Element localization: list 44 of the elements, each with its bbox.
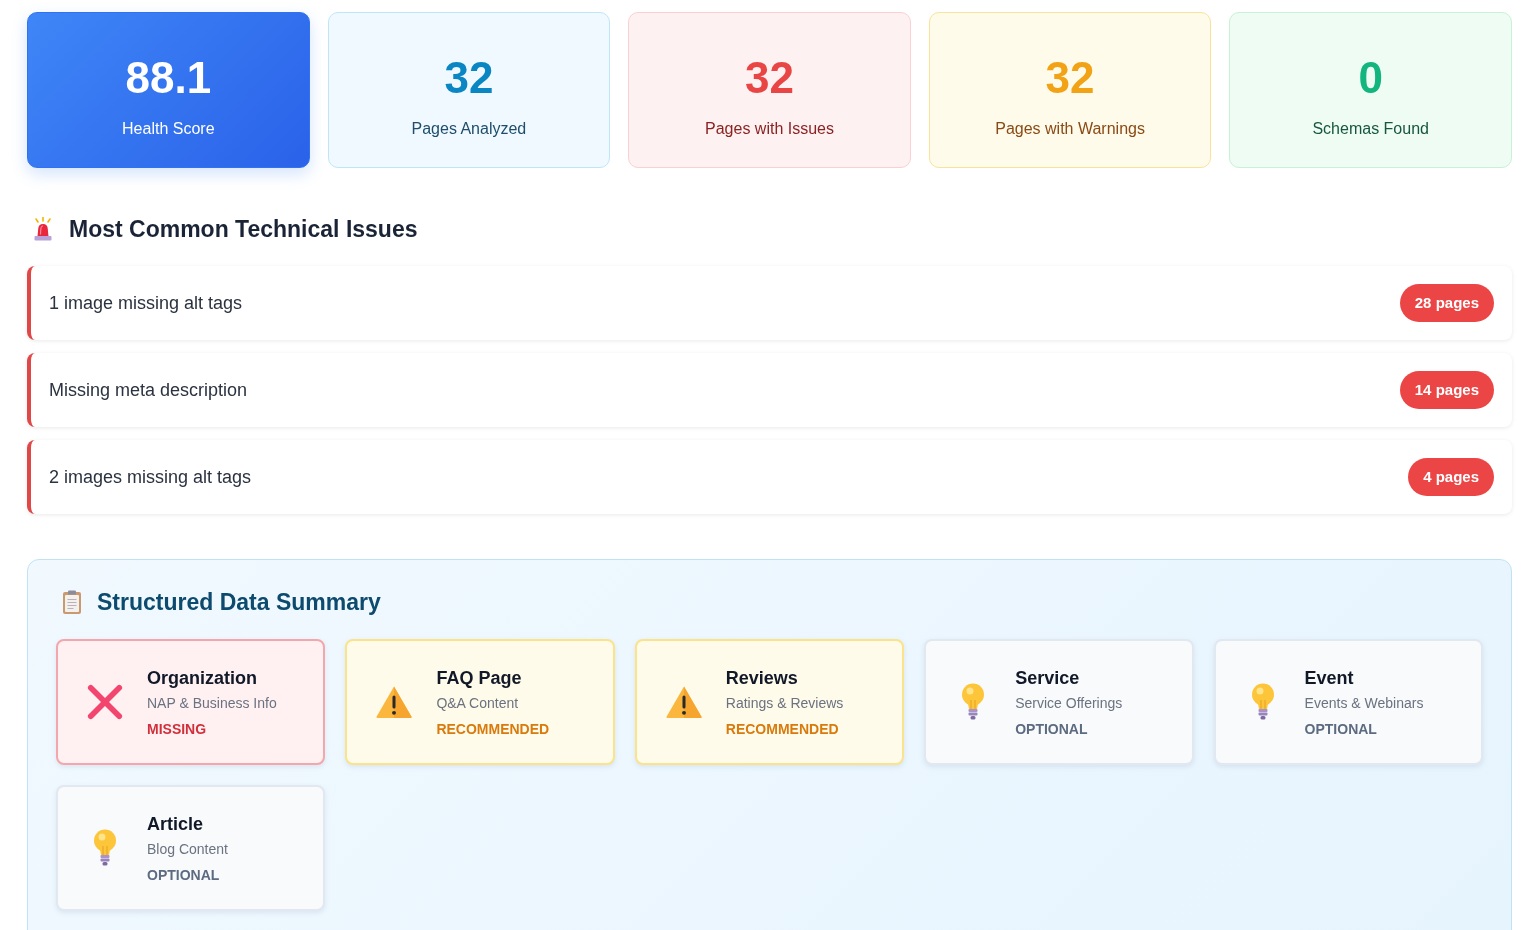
- schema-description: Ratings & Reviews: [725, 693, 844, 713]
- schema-description: Q&A Content: [436, 693, 520, 713]
- schema-name: Event: [1304, 666, 1355, 690]
- schema-description: NAP & Business Info: [147, 693, 277, 713]
- cross-icon: [86, 683, 124, 721]
- schema-status: RECOMMENDED: [436, 719, 550, 739]
- warning-icon: [664, 685, 703, 719]
- issue-text: 2 images missing alt tags: [49, 466, 252, 488]
- stat-value: 88.1: [125, 52, 212, 104]
- stat-value: 32: [745, 52, 794, 104]
- schema-status: OPTIONAL: [1304, 719, 1378, 739]
- page-count-badge: 14 pages: [1399, 371, 1494, 409]
- issue-text: 1 image missing alt tags: [49, 292, 243, 314]
- schema-status: OPTIONAL: [147, 865, 221, 885]
- stat-label: Health Score: [122, 119, 215, 139]
- stat-label: Pages with Issues: [705, 119, 834, 139]
- schema-name: Organization: [147, 666, 258, 690]
- schema-description: Events & Webinars: [1304, 693, 1424, 713]
- schema-status: OPTIONAL: [1015, 719, 1089, 739]
- section-title: Most Common Technical Issues: [69, 215, 418, 243]
- lightbulb-icon: [93, 829, 117, 867]
- schema-name: Reviews: [725, 666, 799, 690]
- schema-description: Blog Content: [147, 839, 228, 859]
- lightbulb-icon: [1250, 683, 1275, 721]
- siren-icon: [33, 217, 53, 241]
- page-count-badge: 4 pages: [1408, 458, 1494, 496]
- issue-text: Missing meta description: [49, 379, 248, 401]
- schema-name: Article: [147, 812, 205, 836]
- page-count-badge: 28 pages: [1399, 284, 1494, 322]
- schema-status: MISSING: [147, 719, 208, 739]
- clipboard-icon: [62, 590, 82, 614]
- warning-icon: [375, 685, 414, 719]
- schema-name: FAQ Page: [436, 666, 523, 690]
- stat-value: 32: [444, 52, 494, 104]
- stat-label: Pages with Warnings: [995, 119, 1145, 139]
- stat-label: Pages Analyzed: [411, 119, 527, 139]
- stat-label: Schemas Found: [1312, 119, 1429, 139]
- stat-value: 0: [1358, 52, 1383, 104]
- schema-description: Service Offerings: [1015, 693, 1123, 713]
- schema-status: RECOMMENDED: [725, 719, 840, 739]
- lightbulb-icon: [961, 683, 986, 721]
- summary-title: Structured Data Summary: [97, 588, 381, 616]
- stat-value: 32: [1045, 52, 1095, 104]
- schema-name: Service: [1015, 666, 1081, 690]
